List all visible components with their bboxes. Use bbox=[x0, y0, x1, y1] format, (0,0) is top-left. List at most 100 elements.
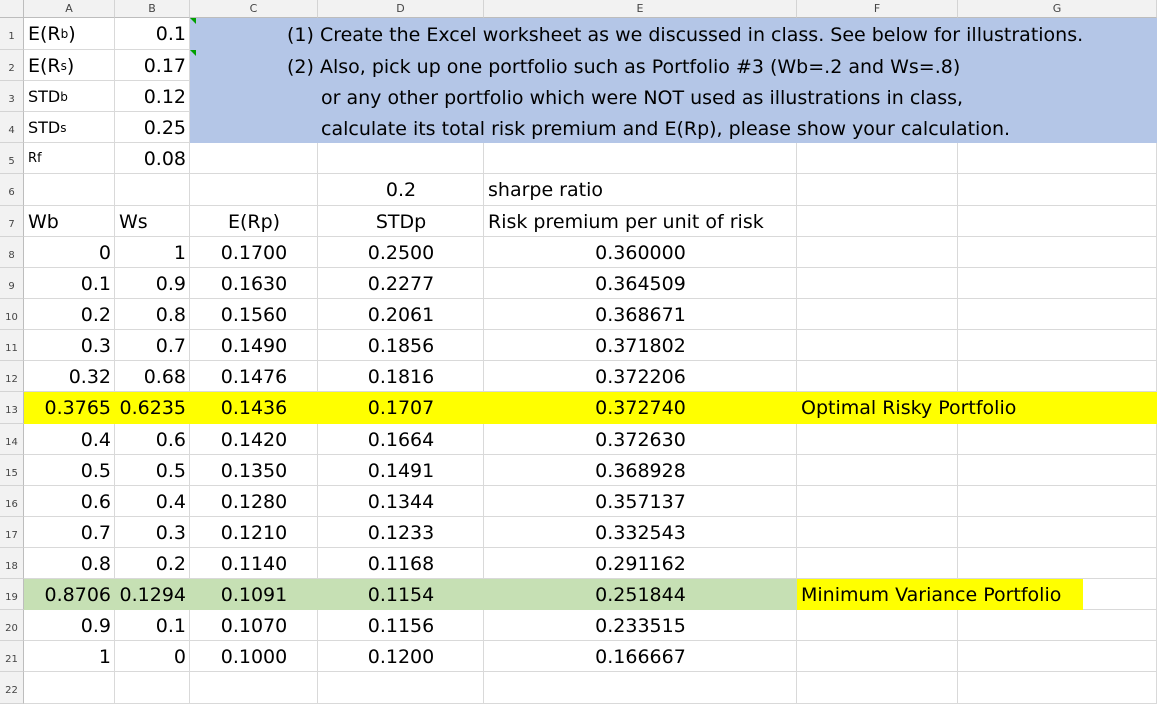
grid-cell[interactable] bbox=[318, 672, 484, 704]
grid-cell[interactable] bbox=[958, 174, 1157, 206]
table-cell-erp[interactable]: 0.1420 bbox=[190, 424, 318, 455]
table-cell-sr[interactable]: 0.251844 bbox=[484, 579, 797, 610]
grid-cell[interactable] bbox=[484, 143, 797, 174]
grid-cell[interactable] bbox=[797, 455, 958, 486]
table-cell-stdp[interactable]: 0.1816 bbox=[318, 361, 484, 392]
grid-cell[interactable] bbox=[484, 672, 797, 704]
table-cell-ws[interactable]: 0.68 bbox=[115, 361, 190, 392]
header-wb[interactable]: Wb bbox=[24, 206, 115, 237]
row-header-4[interactable]: 4 bbox=[0, 112, 24, 143]
grid-cell[interactable] bbox=[190, 143, 318, 174]
table-cell-wb[interactable]: 1 bbox=[24, 641, 115, 672]
row-header-5[interactable]: 5 bbox=[0, 143, 24, 174]
table-cell-ws[interactable]: 0.6 bbox=[115, 424, 190, 455]
grid-cell[interactable] bbox=[958, 330, 1157, 361]
table-cell-sr[interactable]: 0.166667 bbox=[484, 641, 797, 672]
table-cell-sr[interactable]: 0.291162 bbox=[484, 548, 797, 579]
table-cell-erp[interactable]: 0.1476 bbox=[190, 361, 318, 392]
row-header-14[interactable]: 14 bbox=[0, 424, 24, 455]
table-cell-ws[interactable]: 0.7 bbox=[115, 330, 190, 361]
table-cell-sr[interactable]: 0.357137 bbox=[484, 486, 797, 517]
table-cell-wb[interactable]: 0.8706 bbox=[24, 579, 115, 610]
input-label[interactable]: STD s bbox=[24, 112, 115, 143]
header-risk-premium[interactable]: Risk premium per unit of risk bbox=[484, 206, 837, 237]
row-header-1[interactable]: 1 bbox=[0, 18, 24, 50]
table-cell-ws[interactable]: 0.1294 bbox=[115, 579, 190, 610]
input-label[interactable]: STD b bbox=[24, 81, 115, 112]
table-cell-erp[interactable]: 0.1091 bbox=[190, 579, 318, 610]
table-cell-wb[interactable]: 0.5 bbox=[24, 455, 115, 486]
input-value[interactable]: 0.17 bbox=[115, 50, 190, 81]
grid-cell[interactable] bbox=[797, 641, 958, 672]
table-cell-stdp[interactable]: 0.1154 bbox=[318, 579, 484, 610]
table-cell-ws[interactable]: 1 bbox=[115, 237, 190, 268]
table-cell-ws[interactable]: 0.1 bbox=[115, 610, 190, 641]
row-header-21[interactable]: 21 bbox=[0, 641, 24, 672]
table-cell-erp[interactable]: 0.1490 bbox=[190, 330, 318, 361]
grid-cell[interactable] bbox=[797, 517, 958, 548]
header-erp[interactable]: E(Rp) bbox=[190, 206, 318, 237]
input-value[interactable]: 0.08 bbox=[115, 143, 190, 174]
row-header-16[interactable]: 16 bbox=[0, 486, 24, 517]
input-value[interactable]: 0.1 bbox=[115, 18, 190, 50]
row-header-3[interactable]: 3 bbox=[0, 81, 24, 112]
grid-cell[interactable] bbox=[958, 424, 1157, 455]
column-header-a[interactable]: A bbox=[24, 0, 115, 18]
grid-cell[interactable] bbox=[958, 206, 1157, 237]
table-cell-wb[interactable]: 0.1 bbox=[24, 268, 115, 299]
grid-cell[interactable] bbox=[958, 268, 1157, 299]
table-cell-ws[interactable]: 0.8 bbox=[115, 299, 190, 330]
row-header-22[interactable]: 22 bbox=[0, 672, 24, 704]
grid-cell[interactable] bbox=[797, 548, 958, 579]
table-cell-erp[interactable]: 0.1350 bbox=[190, 455, 318, 486]
input-label[interactable]: E(R s) bbox=[24, 50, 115, 81]
row-header-19[interactable]: 19 bbox=[0, 579, 24, 610]
grid-cell[interactable] bbox=[24, 174, 115, 206]
table-cell-wb[interactable]: 0.8 bbox=[24, 548, 115, 579]
table-cell-stdp[interactable]: 0.1168 bbox=[318, 548, 484, 579]
table-cell-stdp[interactable]: 0.1856 bbox=[318, 330, 484, 361]
grid-cell[interactable] bbox=[190, 672, 318, 704]
table-cell-sr[interactable]: 0.368928 bbox=[484, 455, 797, 486]
table-cell-stdp[interactable]: 0.1156 bbox=[318, 610, 484, 641]
table-cell-ws[interactable]: 0.6235 bbox=[115, 392, 190, 424]
table-cell-sr[interactable]: 0.372630 bbox=[484, 424, 797, 455]
table-cell-ws[interactable]: 0.5 bbox=[115, 455, 190, 486]
row-header-9[interactable]: 9 bbox=[0, 268, 24, 299]
table-cell-wb[interactable]: 0.6 bbox=[24, 486, 115, 517]
table-cell-ws[interactable]: 0.3 bbox=[115, 517, 190, 548]
grid-cell[interactable] bbox=[958, 143, 1157, 174]
portfolio-label[interactable]: Optimal Risky Portfolio bbox=[797, 392, 1157, 424]
table-cell-erp[interactable]: 0.1070 bbox=[190, 610, 318, 641]
input-value[interactable]: 0.25 bbox=[115, 112, 190, 143]
table-cell-sr[interactable]: 0.368671 bbox=[484, 299, 797, 330]
table-cell-stdp[interactable]: 0.1344 bbox=[318, 486, 484, 517]
cell-d6[interactable]: 0.2 bbox=[318, 174, 484, 206]
grid-cell[interactable] bbox=[958, 517, 1157, 548]
table-cell-stdp[interactable]: 0.1233 bbox=[318, 517, 484, 548]
row-header-13[interactable]: 13 bbox=[0, 392, 24, 424]
table-cell-wb[interactable]: 0.3765 bbox=[24, 392, 115, 424]
row-header-12[interactable]: 12 bbox=[0, 361, 24, 392]
table-cell-stdp[interactable]: 0.2061 bbox=[318, 299, 484, 330]
table-cell-sr[interactable]: 0.233515 bbox=[484, 610, 797, 641]
grid-cell[interactable] bbox=[190, 174, 318, 206]
input-label[interactable]: Rf bbox=[24, 143, 115, 174]
grid-cell[interactable] bbox=[797, 486, 958, 517]
grid-cell[interactable] bbox=[958, 641, 1157, 672]
grid-cell[interactable] bbox=[797, 268, 958, 299]
table-cell-sr[interactable]: 0.360000 bbox=[484, 237, 797, 268]
grid-cell[interactable] bbox=[797, 237, 958, 268]
row-header-15[interactable]: 15 bbox=[0, 455, 24, 486]
grid-cell[interactable] bbox=[958, 299, 1157, 330]
table-cell-wb[interactable]: 0 bbox=[24, 237, 115, 268]
grid-cell[interactable] bbox=[24, 672, 115, 704]
table-cell-erp[interactable]: 0.1210 bbox=[190, 517, 318, 548]
table-cell-wb[interactable]: 0.9 bbox=[24, 610, 115, 641]
table-cell-wb[interactable]: 0.32 bbox=[24, 361, 115, 392]
table-cell-stdp[interactable]: 0.1491 bbox=[318, 455, 484, 486]
table-cell-stdp[interactable]: 0.1200 bbox=[318, 641, 484, 672]
grid-cell[interactable] bbox=[318, 143, 484, 174]
table-cell-sr[interactable]: 0.372740 bbox=[484, 392, 797, 424]
row-header-6[interactable]: 6 bbox=[0, 174, 24, 206]
